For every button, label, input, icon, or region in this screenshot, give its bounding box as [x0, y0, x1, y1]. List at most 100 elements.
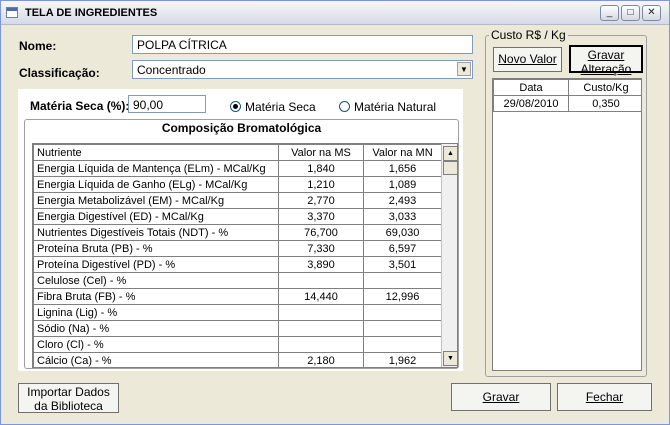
valor-ms-cell[interactable]: 2,770 — [278, 192, 364, 209]
column-header: Nutriente — [33, 144, 279, 161]
importar-label: Importar Dados da Biblioteca — [27, 385, 110, 413]
valor-mn-cell[interactable]: 3,033 — [363, 208, 442, 225]
minimize-button[interactable]: _ — [600, 5, 619, 21]
valor-ms-cell[interactable]: 14,440 — [278, 288, 364, 305]
table-row[interactable]: Proteína Bruta (PB) - % 7,330 6,597 — [33, 240, 442, 257]
nutrient-cell[interactable]: Cloro (Cl) - % — [33, 336, 279, 353]
nome-label: Nome: — [19, 39, 57, 53]
column-header: Valor na MN — [363, 144, 442, 161]
table-row[interactable]: Cloro (Cl) - % — [33, 336, 442, 353]
custo-title: Custo R$ / Kg — [489, 28, 568, 42]
radio-selected-icon — [230, 101, 241, 112]
nutrient-cell[interactable]: Lignina (Lig) - % — [33, 304, 279, 321]
scroll-down-icon[interactable]: ▼ — [443, 351, 457, 366]
valor-ms-cell[interactable]: 1,840 — [278, 160, 364, 177]
chevron-down-icon[interactable]: ▼ — [457, 62, 471, 76]
table-row[interactable]: Lignina (Lig) - % — [33, 304, 442, 321]
composition-panel: Matéria Seca (%): 90,00 Matéria Seca Mat… — [18, 89, 463, 371]
nutrient-cell[interactable]: Cálcio (Ca) - % — [33, 352, 279, 367]
table-row[interactable]: 29/08/2010 0,350 — [493, 95, 641, 112]
custo-table[interactable]: Data Custo/Kg 29/08/2010 0,350 — [492, 78, 642, 371]
valor-mn-cell[interactable] — [363, 272, 442, 289]
classificacao-select[interactable]: Concentrado ▼ — [132, 60, 473, 79]
valor-ms-cell[interactable]: 3,370 — [278, 208, 364, 225]
nutrient-cell[interactable]: Proteína Digestível (PD) - % — [33, 256, 279, 273]
nutrient-cell[interactable]: Energia Digestível (ED) - MCal/Kg — [33, 208, 279, 225]
gravar-alteracao-button[interactable]: Gravar Alteração — [569, 45, 643, 76]
nutrient-cell[interactable]: Celulose (Cel) - % — [33, 272, 279, 289]
maximize-button[interactable]: □ — [621, 5, 640, 21]
valor-mn-cell[interactable]: 2,493 — [363, 192, 442, 209]
radio-unselected-icon — [339, 101, 350, 112]
materia-seca-input[interactable]: 90,00 — [128, 95, 206, 113]
table-row[interactable]: Energia Líquida de Mantença (ELm) - MCal… — [33, 160, 442, 177]
gravar-label: Gravar — [482, 390, 520, 404]
custo-cell[interactable]: 0,350 — [568, 95, 641, 112]
window-icon — [6, 7, 18, 18]
composicao-title: Composição Bromatológica — [161, 121, 322, 135]
valor-mn-cell[interactable]: 1,962 — [363, 352, 442, 367]
valor-mn-cell[interactable] — [363, 304, 442, 321]
nutrient-cell[interactable]: Energia Metabolizável (EM) - MCal/Kg — [33, 192, 279, 209]
valor-ms-cell[interactable]: 3,890 — [278, 256, 364, 273]
table-row[interactable]: Energia Líquida de Ganho (ELg) - MCal/Kg… — [33, 176, 442, 193]
scroll-thumb[interactable] — [443, 161, 457, 175]
importar-biblioteca-button[interactable]: Importar Dados da Biblioteca — [18, 383, 119, 413]
radio-materia-natural-label: Matéria Natural — [354, 100, 437, 114]
valor-ms-cell[interactable] — [278, 272, 364, 289]
table-header-row: Nutriente Valor na MS Valor na MN — [33, 144, 442, 161]
novo-valor-label: Novo Valor — [498, 52, 557, 66]
nutrient-cell[interactable]: Fibra Bruta (FB) - % — [33, 288, 279, 305]
valor-mn-cell[interactable]: 3,501 — [363, 256, 442, 273]
composicao-table[interactable]: Nutriente Valor na MS Valor na MN Energi… — [32, 143, 458, 368]
nutrient-cell[interactable]: Sódio (Na) - % — [33, 320, 279, 337]
vertical-scrollbar[interactable]: ▲ ▼ — [441, 144, 457, 367]
valor-ms-cell[interactable]: 1,210 — [278, 176, 364, 193]
table-row[interactable]: Fibra Bruta (FB) - % 14,440 12,996 — [33, 288, 442, 305]
table-row[interactable]: Energia Digestível (ED) - MCal/Kg 3,370 3,… — [33, 208, 442, 225]
valor-mn-cell[interactable] — [363, 320, 442, 337]
gravar-button[interactable]: Gravar — [451, 383, 551, 411]
column-header: Valor na MS — [278, 144, 364, 161]
table-row[interactable]: Nutrientes Digestíveis Totais (NDT) - % 7… — [33, 224, 442, 241]
column-header: Data — [493, 79, 569, 96]
column-header: Custo/Kg — [568, 79, 641, 96]
valor-mn-cell[interactable]: 1,089 — [363, 176, 442, 193]
nutrient-cell[interactable]: Energia Líquida de Ganho (ELg) - MCal/Kg — [33, 176, 279, 193]
close-button[interactable]: ✕ — [642, 5, 661, 21]
table-row[interactable]: Energia Metabolizável (EM) - MCal/Kg 2,77… — [33, 192, 442, 209]
nutrient-cell[interactable]: Nutrientes Digestíveis Totais (NDT) - % — [33, 224, 279, 241]
title-bar[interactable]: TELA DE INGREDIENTES _ □ ✕ — [1, 1, 669, 25]
nutrient-cell[interactable]: Proteína Bruta (PB) - % — [33, 240, 279, 257]
table-row[interactable]: Sódio (Na) - % — [33, 320, 442, 337]
valor-ms-cell[interactable] — [278, 304, 364, 321]
data-cell[interactable]: 29/08/2010 — [493, 95, 569, 112]
table-row[interactable]: Proteína Digestível (PD) - % 3,890 3,501 — [33, 256, 442, 273]
valor-ms-cell[interactable]: 7,330 — [278, 240, 364, 257]
gravar-alteracao-label: Gravar Alteração — [580, 48, 632, 76]
scroll-up-icon[interactable]: ▲ — [443, 146, 457, 161]
valor-ms-cell[interactable]: 76,700 — [278, 224, 364, 241]
valor-mn-cell[interactable]: 12,996 — [363, 288, 442, 305]
fechar-button[interactable]: Fechar — [557, 383, 652, 411]
classificacao-value: Concentrado — [137, 63, 206, 77]
radio-materia-natural[interactable]: Matéria Natural — [339, 100, 436, 114]
materia-seca-label: Matéria Seca (%): — [30, 99, 130, 113]
radio-materia-seca-label: Matéria Seca — [245, 100, 316, 114]
table-row[interactable]: Cálcio (Ca) - % 2,180 1,962 — [33, 352, 442, 367]
novo-valor-button[interactable]: Novo Valor — [493, 47, 562, 72]
table-header-row: Data Custo/Kg — [493, 79, 641, 96]
valor-mn-cell[interactable]: 1,656 — [363, 160, 442, 177]
valor-ms-cell[interactable] — [278, 320, 364, 337]
radio-materia-seca[interactable]: Matéria Seca — [230, 100, 316, 114]
table-row[interactable]: Celulose (Cel) - % — [33, 272, 442, 289]
valor-ms-cell[interactable]: 2,180 — [278, 352, 364, 367]
ingredients-window: TELA DE INGREDIENTES _ □ ✕ Nome: POLPA C… — [0, 0, 670, 425]
nome-input[interactable]: POLPA CÍTRICA — [132, 35, 473, 54]
valor-mn-cell[interactable]: 69,030 — [363, 224, 442, 241]
classificacao-label: Classificação: — [19, 66, 100, 80]
valor-ms-cell[interactable] — [278, 336, 364, 353]
valor-mn-cell[interactable]: 6,597 — [363, 240, 442, 257]
nutrient-cell[interactable]: Energia Líquida de Mantença (ELm) - MCal… — [33, 160, 279, 177]
valor-mn-cell[interactable] — [363, 336, 442, 353]
